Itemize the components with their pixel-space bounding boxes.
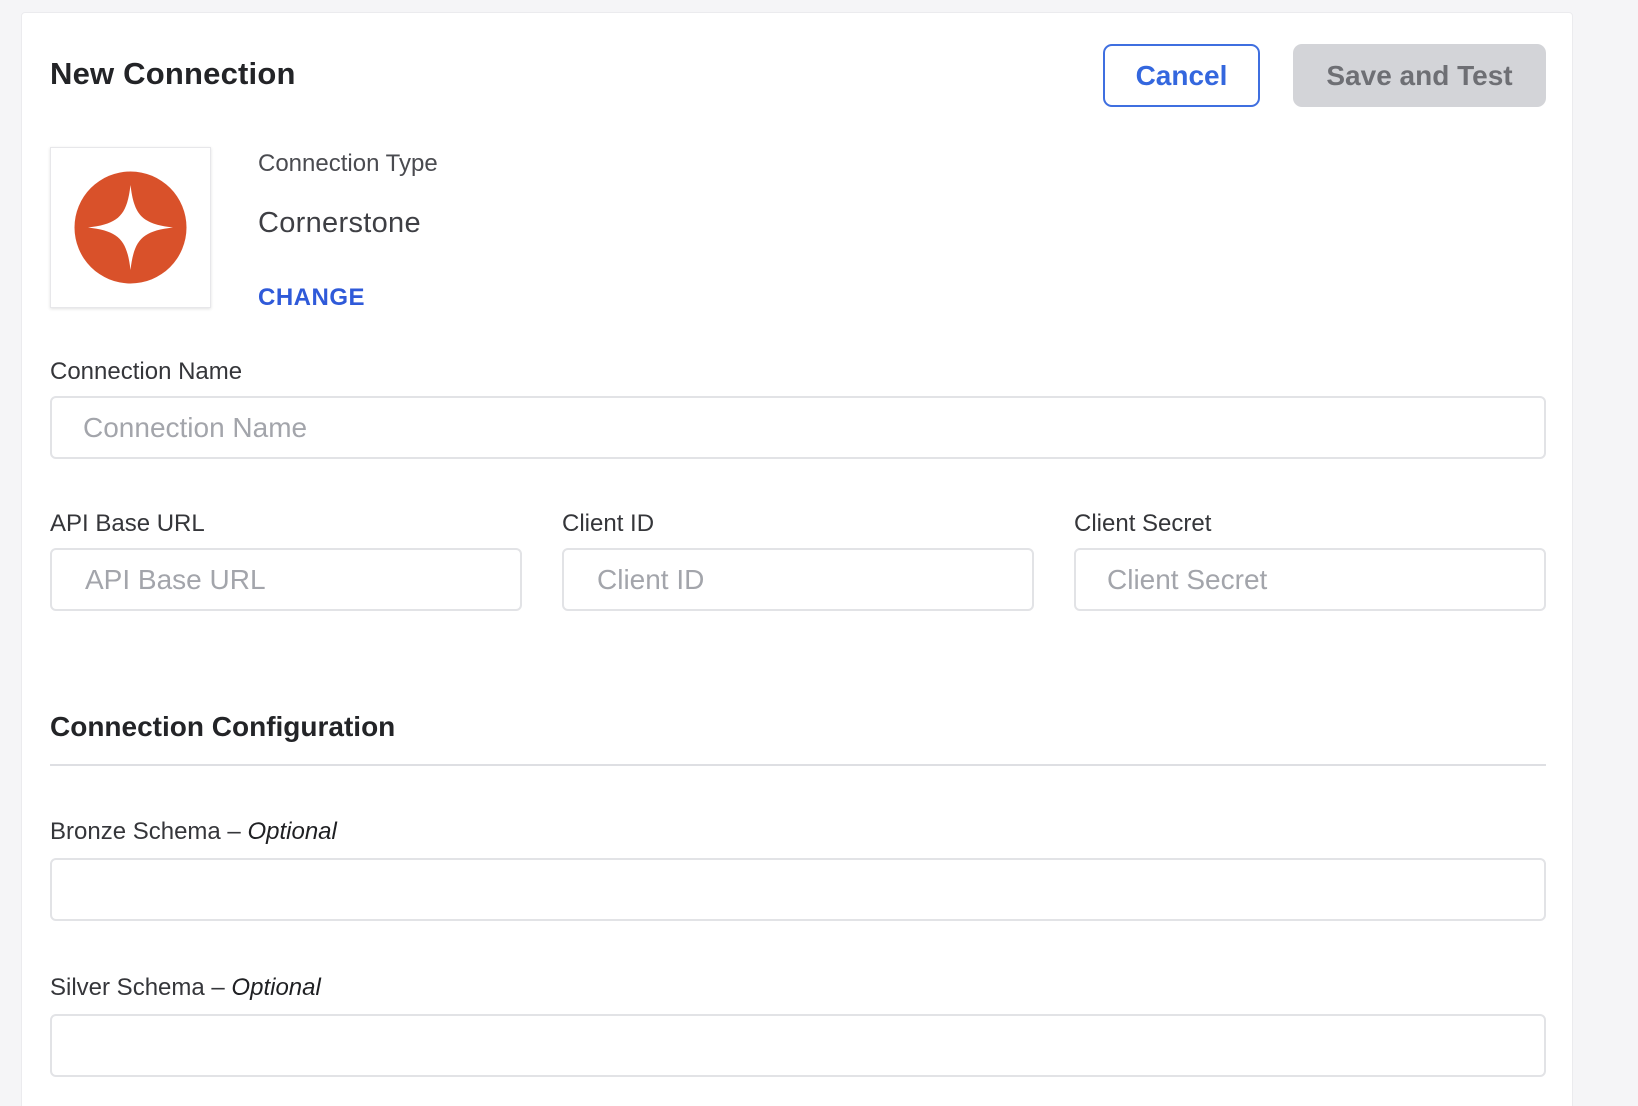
silver-schema-input[interactable] (50, 1014, 1546, 1077)
connection-configuration-heading: Connection Configuration (50, 711, 396, 742)
bronze-schema-separator: – (220, 818, 248, 845)
silver-schema-label-text: Silver Schema (50, 974, 205, 1001)
bronze-schema-label: Bronze Schema – Optional (50, 818, 337, 846)
silver-schema-separator: – (204, 974, 232, 1001)
client-id-input[interactable] (562, 548, 1034, 611)
change-connection-type-link[interactable]: CHANGE (258, 284, 365, 312)
page-title: New Connection (50, 56, 296, 91)
save-and-test-button[interactable]: Save and Test (1293, 44, 1546, 107)
connection-type-logo (50, 147, 211, 308)
silver-schema-optional: Optional (231, 974, 321, 1001)
api-base-url-input[interactable] (50, 548, 522, 611)
connection-type-label: Connection Type (258, 150, 438, 177)
bronze-schema-input[interactable] (50, 858, 1546, 921)
connection-name-input[interactable] (50, 396, 1546, 459)
bronze-schema-label-text: Bronze Schema (50, 818, 221, 845)
client-secret-input[interactable] (1074, 548, 1546, 611)
connection-type-value: Cornerstone (258, 207, 421, 239)
silver-schema-label: Silver Schema – Optional (50, 974, 321, 1002)
client-id-label: Client ID (562, 510, 655, 537)
api-base-url-label: API Base URL (50, 510, 205, 537)
client-secret-label: Client Secret (1074, 510, 1212, 537)
connection-name-label: Connection Name (50, 358, 243, 385)
cancel-button[interactable]: Cancel (1103, 44, 1260, 107)
cornerstone-logo-icon (74, 171, 187, 284)
page-edge (1573, 0, 1603, 1106)
bronze-schema-optional: Optional (247, 818, 337, 845)
section-divider (50, 764, 1546, 766)
